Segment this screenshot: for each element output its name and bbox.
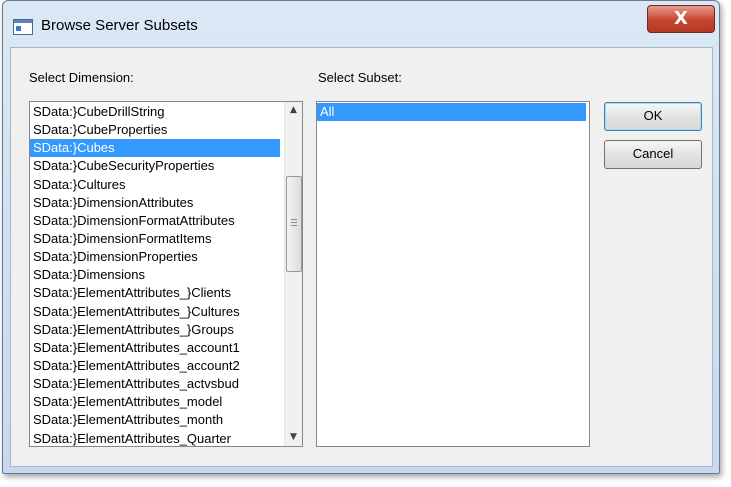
dimension-scrollbar[interactable]: ▲ ▼ [284,102,302,446]
scroll-down-arrow-icon[interactable]: ▼ [285,429,302,446]
browse-server-subsets-dialog: Browse Server Subsets X Select Dimension… [2,0,720,474]
list-item[interactable]: SData:}DimensionFormatAttributes [30,212,280,230]
list-item[interactable]: SData:}ElementAttributes_}Clients [30,284,280,302]
dialog-window-icon [13,19,33,35]
list-item[interactable]: SData:}Dimensions [30,266,280,284]
ok-button[interactable]: OK [604,102,702,131]
list-item[interactable]: All [317,103,586,122]
list-item[interactable]: SData:}ElementAttributes_month [30,411,280,429]
scroll-up-arrow-icon[interactable]: ▲ [285,102,302,119]
close-icon: X [674,8,688,29]
scrollbar-thumb[interactable] [286,176,302,272]
list-item[interactable]: SData:}CubeProperties [30,121,280,139]
list-item[interactable]: SData:}Cultures [30,176,280,194]
list-item[interactable]: SData:}DimensionAttributes [30,194,280,212]
list-item[interactable]: SData:}CubeSecurityProperties [30,157,280,175]
title-bar[interactable]: Browse Server Subsets X [3,1,719,47]
list-item[interactable]: SData:}CubeDrillString [30,103,280,121]
list-item[interactable]: SData:}ElementAttributes_model [30,393,280,411]
cancel-button[interactable]: Cancel [604,140,702,169]
select-subset-label: Select Subset: [318,70,402,85]
list-item[interactable]: SData:}Cubes [30,139,280,158]
list-item[interactable]: SData:}ElementAttributes_account2 [30,357,280,375]
dimension-listbox[interactable]: SData:}CubeDrillString SData:}CubePropert… [29,101,303,447]
select-dimension-label: Select Dimension: [29,70,134,85]
list-item[interactable]: SData:}ElementAttributes_Quarter [30,430,280,446]
list-item[interactable]: SData:}ElementAttributes_actvsbud [30,375,280,393]
list-item[interactable]: SData:}ElementAttributes_}Cultures [30,303,280,321]
list-item[interactable]: SData:}ElementAttributes_account1 [30,339,280,357]
close-button[interactable]: X [647,5,715,33]
subset-listbox[interactable]: All [316,101,590,447]
list-item[interactable]: SData:}ElementAttributes_}Groups [30,321,280,339]
dialog-body: Select Dimension: Select Subset: SData:}… [10,47,713,467]
list-item[interactable]: SData:}DimensionFormatItems [30,230,280,248]
list-item[interactable]: SData:}DimensionProperties [30,248,280,266]
dialog-title: Browse Server Subsets [41,17,198,34]
